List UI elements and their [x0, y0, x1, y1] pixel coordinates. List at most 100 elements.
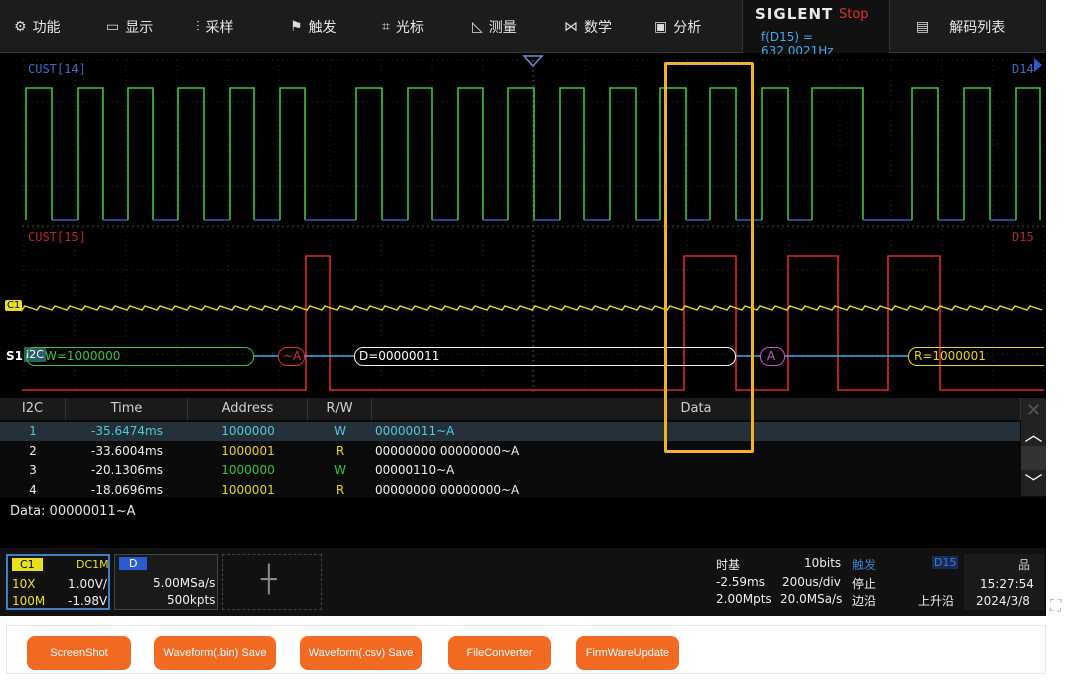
bus-frame-address-write[interactable]: W=1000000	[26, 347, 254, 366]
clock-box[interactable]: 品 15:27:54 2024/3/8	[964, 554, 1044, 610]
menu-trigger[interactable]: ⚑ 触发	[278, 0, 337, 53]
timebase-box[interactable]: 时基 10bits -2.59ms 200us/div 2.00Mpts 20.…	[710, 554, 846, 610]
firmware-update-button[interactable]: FirmWareUpdate	[576, 636, 679, 670]
c1-coupling: DC1M	[76, 558, 109, 571]
oscilloscope-screen: ⚙ 功能 ▭ 显示 ⫶ 采样 ⚑ 触发 ⌗ 光标 ◺ 测量 ⋈ 数学 ▣ 分析	[0, 0, 1046, 616]
web-control-buttons: ScreenShot Waveform(.bin) Save Waveform(…	[6, 625, 1046, 674]
flag-icon: ⚑	[290, 18, 303, 35]
c1-channel-box[interactable]: C1 DC1M 10X 1.00V/ 100M -1.98V	[6, 554, 110, 610]
network-icon: 品	[1018, 558, 1031, 572]
menu-analysis[interactable]: ▣ 分析	[642, 0, 701, 53]
d14-trace	[127, 87, 154, 220]
d14-trace	[229, 87, 255, 220]
table-cell-index: 1	[29, 424, 37, 438]
waveform-bin-save-button[interactable]: Waveform(.bin) Save	[154, 636, 276, 670]
menu-decode-list[interactable]: ▤ 解码列表	[904, 0, 1005, 53]
table-cell-time: -20.1306ms	[91, 463, 163, 477]
d14-label: CUST[14]	[28, 62, 86, 76]
bus-frame-text: ~A	[283, 349, 302, 363]
c1-scale: 1.00V/	[68, 577, 107, 591]
table-cell-rw: W	[334, 463, 346, 477]
scroll-thumb[interactable]	[1021, 446, 1046, 470]
analysis-icon: ▣	[654, 18, 668, 35]
bus-frame-nack[interactable]: ~A	[278, 347, 305, 366]
table-cell-rw: W	[334, 424, 346, 438]
d14-trace	[25, 87, 53, 220]
c1-offset: -1.98V	[68, 594, 108, 608]
d14-trace	[709, 87, 737, 220]
table-cell-index: 3	[29, 463, 37, 477]
d14-trace	[559, 87, 585, 220]
table-cell-data: 00000110~A	[375, 463, 455, 477]
menu-cursor[interactable]: ⌗ 光标	[370, 0, 424, 53]
d14-trace	[963, 87, 991, 220]
screenshot-button[interactable]: ScreenShot	[27, 636, 131, 670]
bus-frame-text: R=1000001	[914, 349, 986, 363]
bus-frame-text: A	[767, 349, 776, 363]
menu-acquire[interactable]: ⫶ 采样	[184, 0, 234, 53]
menu-measure[interactable]: ◺ 测量	[460, 0, 517, 53]
add-channel-box[interactable]: ┼	[222, 554, 322, 610]
d-points: 500kpts	[167, 593, 216, 607]
selected-data-readout: Data: 00000011~A	[10, 504, 136, 519]
d14-trace	[609, 87, 637, 220]
trigger-slope: 上升沿	[918, 594, 955, 608]
d14-trace	[811, 87, 864, 220]
bus-frame-text: W=1000000	[45, 349, 121, 363]
c1-marker[interactable]: C1	[5, 300, 23, 311]
menu-bar: ⚙ 功能 ▭ 显示 ⫶ 采样 ⚑ 触发 ⌗ 光标 ◺ 测量 ⋈ 数学 ▣ 分析	[0, 0, 1046, 58]
menu-label: 光标	[395, 19, 424, 36]
table-row[interactable]: 4 -18.0696ms 1000001 R 00000000 00000000~A	[0, 481, 1020, 500]
menu-display[interactable]: ▭ 显示	[94, 0, 153, 53]
table-cell-time: -35.6474ms	[91, 424, 163, 438]
digital-channel-box[interactable]: D 5.00MSa/s 500kpts	[114, 554, 218, 610]
clock-date: 2024/3/8	[976, 594, 1030, 608]
d14-trace	[177, 87, 205, 220]
menu-math[interactable]: ⋈ 数学	[552, 0, 612, 53]
d-name: D	[119, 557, 148, 570]
waveform-canvas	[21, 55, 1045, 392]
waveform-display[interactable]: CUST[14] D14 CUST[15] D15 C1 S1 I2C W=10…	[0, 54, 1046, 396]
d14-trace	[457, 87, 484, 220]
trigger-box[interactable]: 触发 D15 停止 边沿 上升沿	[848, 554, 960, 610]
bus-frame-ack[interactable]: A	[760, 347, 785, 366]
file-converter-button[interactable]: FileConverter	[448, 636, 551, 670]
col-header-time: Time	[66, 398, 188, 420]
s1-label: S1	[6, 349, 23, 363]
table-cell-address: 1000001	[221, 482, 275, 497]
d14-trace	[659, 87, 687, 220]
table-row[interactable]: 1 -35.6474ms 1000000 W 00000011~A	[0, 422, 1020, 441]
d14-trace	[761, 87, 789, 220]
table-cell-data: 00000000 00000000~A	[375, 443, 520, 458]
table-cell-data: 00000011~A	[375, 424, 455, 438]
d14-trace	[911, 87, 939, 220]
clock-time: 15:27:54	[980, 577, 1034, 591]
trigger-title: 触发	[852, 558, 877, 572]
scroll-down-icon[interactable]: ﹀	[1021, 471, 1046, 496]
fullscreen-icon[interactable]: ⛶	[1050, 596, 1061, 616]
menu-label: 解码列表	[949, 19, 1006, 36]
d15-right-label: D15	[1012, 230, 1034, 244]
table-row[interactable]: 2 -33.6004ms 1000001 R 00000000 00000000~A	[0, 442, 1020, 461]
cursor-icon: ⌗	[382, 18, 390, 35]
bus-frame-address-read[interactable]: R=1000001	[908, 347, 1044, 366]
list-icon: ▤	[916, 18, 930, 35]
table-scrollbar[interactable]: ✕ ︿ ﹀	[1021, 398, 1046, 496]
d14-trace	[355, 87, 383, 220]
col-header-index: I2C	[0, 398, 66, 420]
close-icon[interactable]: ✕	[1021, 398, 1046, 423]
c1-trace	[21, 305, 1043, 313]
math-icon: ⋈	[564, 18, 578, 35]
table-cell-index: 4	[29, 482, 37, 497]
waveform-csv-save-button[interactable]: Waveform(.csv) Save	[300, 636, 422, 670]
plus-icon: ┼	[261, 565, 277, 595]
table-row[interactable]: 3 -20.1306ms 1000000 W 00000110~A	[0, 461, 1020, 480]
table-cell-time: -18.0696ms	[91, 482, 163, 497]
trigger-mode: 边沿	[852, 594, 877, 608]
menu-function[interactable]: ⚙ 功能	[2, 0, 61, 53]
bus-frame-data[interactable]: D=00000011	[354, 347, 736, 366]
scroll-up-icon[interactable]: ︿	[1021, 423, 1046, 448]
d14-trace	[407, 87, 433, 220]
timebase-sample-rate: 20.0MSa/s	[780, 592, 843, 606]
run-state[interactable]: Stop	[839, 7, 869, 22]
